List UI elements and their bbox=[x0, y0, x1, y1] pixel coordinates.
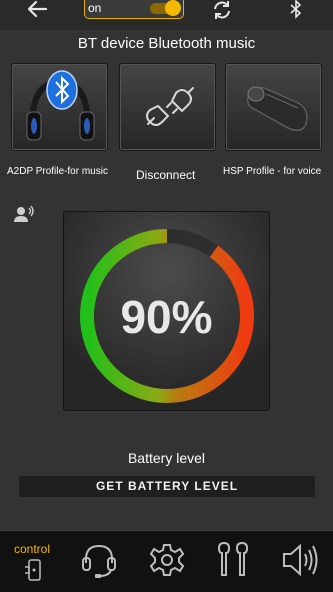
a2dp-profile-button[interactable] bbox=[11, 63, 108, 151]
nav-speaker[interactable] bbox=[266, 531, 333, 592]
nav-earbuds[interactable] bbox=[199, 531, 265, 592]
page-title: BT device Bluetooth music bbox=[77, 35, 256, 52]
unplug-icon bbox=[146, 87, 194, 126]
bluetooth-toggle[interactable]: on bbox=[84, 0, 184, 19]
nav-control[interactable]: control bbox=[0, 531, 66, 592]
refresh-icon[interactable] bbox=[211, 0, 233, 20]
battery-level-label: Battery level bbox=[127, 450, 206, 466]
settings-icon bbox=[149, 544, 185, 576]
earpiece-headset-icon bbox=[246, 86, 308, 131]
bluetooth-icon[interactable] bbox=[288, 0, 304, 20]
nav-headset[interactable] bbox=[66, 531, 132, 592]
control-label: control bbox=[14, 542, 51, 556]
battery-percent-text: 90% bbox=[120, 291, 213, 343]
toggle-knob bbox=[165, 0, 181, 16]
bottom-navigation: control bbox=[0, 530, 333, 592]
get-battery-level-button[interactable]: GET BATTERY LEVEL bbox=[19, 476, 315, 497]
earbuds-icon bbox=[217, 541, 249, 576]
headset-icon bbox=[82, 544, 116, 578]
a2dp-profile-label: A2DP Profile-for music bbox=[7, 166, 108, 177]
toggle-label: on bbox=[88, 1, 102, 15]
disconnect-button[interactable] bbox=[119, 63, 216, 151]
nav-settings[interactable] bbox=[133, 531, 199, 592]
bluetooth-headphones-icon bbox=[26, 70, 95, 141]
control-icon bbox=[25, 559, 41, 581]
voice-icon[interactable] bbox=[13, 205, 35, 223]
back-arrow-icon[interactable] bbox=[26, 0, 48, 18]
speaker-icon bbox=[283, 543, 318, 577]
top-bar: on bbox=[0, 0, 333, 30]
hsp-profile-label: HSP Profile - for voice bbox=[223, 166, 322, 177]
hsp-profile-button[interactable] bbox=[225, 63, 322, 151]
disconnect-label: Disconnect bbox=[136, 168, 196, 182]
